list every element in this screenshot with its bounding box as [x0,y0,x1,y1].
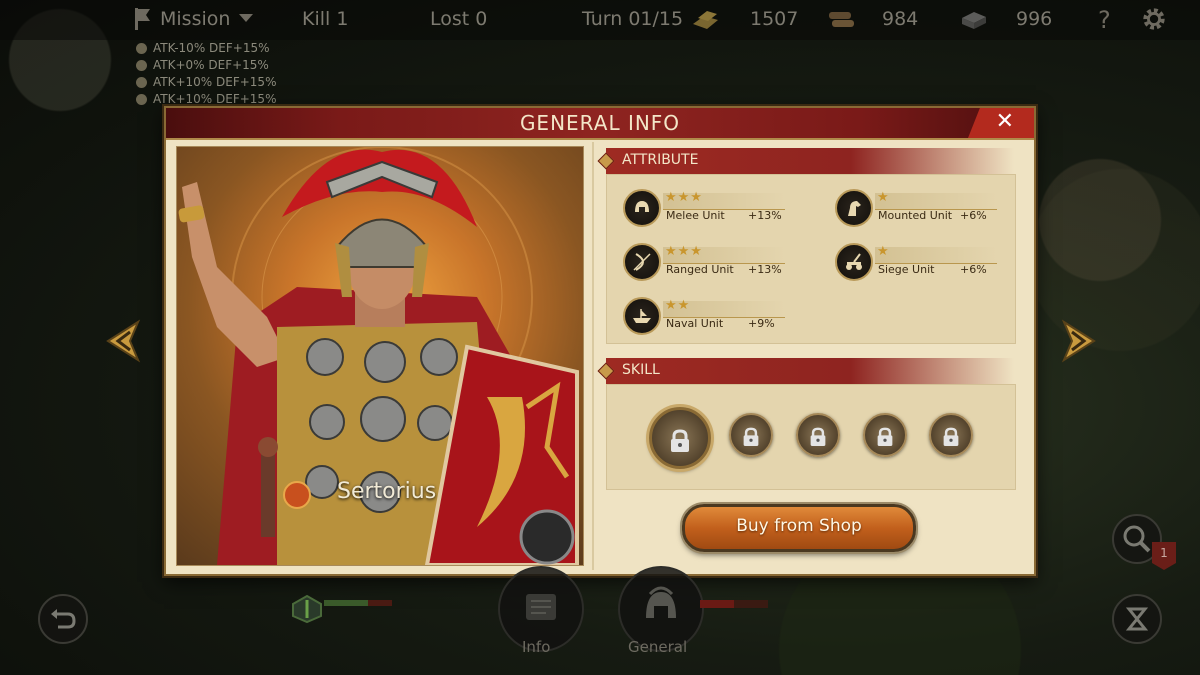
star-rating: ★ [877,190,890,205]
buff-row: ATK-10% DEF+15% [136,40,276,57]
horse-icon [136,60,147,71]
attribute-label: Ranged Unit [666,263,734,276]
previous-general-arrow[interactable] [100,318,144,364]
skill-section-header: SKILL [597,358,1014,384]
attribute-label: Melee Unit [666,209,725,222]
diamond-ornament-icon [597,152,615,170]
terrain-buff-list: ATK-10% DEF+15% ATK+0% DEF+15% ATK+10% D… [136,40,276,108]
settings-gear-icon[interactable] [1140,6,1168,32]
enemy-health-bar [700,600,768,608]
unit-health-fill [324,600,369,606]
catapult-icon [136,94,147,105]
attribute-bonus: +6% [960,209,987,222]
skill-panel [606,384,1016,490]
notification-count: 1 [1160,546,1168,560]
attribute-bonus: +13% [748,263,782,276]
general-portrait: Sertorius [176,146,584,566]
mission-dropdown[interactable]: Mission [160,8,230,30]
dialog-title-bar: GENERAL INFO ✕ [166,108,1034,140]
buy-from-shop-button[interactable]: Buy from Shop [682,504,916,552]
svg-text:?: ? [1098,6,1111,32]
general-label: General [628,638,688,656]
lock-icon [743,427,759,446]
buff-row: ATK+10% DEF+15% [136,74,276,91]
helmet-icon [623,189,661,227]
skill-header-label: SKILL [622,362,660,378]
skill-slot-5[interactable] [929,413,973,457]
attribute-header-label: ATTRIBUTE [622,152,699,168]
lock-icon [943,427,959,446]
attribute-panel: ★★★ Melee Unit +13% ★ Mounted Unit +6% ★… [606,174,1016,344]
buff-text: ATK+10% DEF+15% [153,75,277,89]
undo-arrow-icon [51,609,76,629]
iron-icon [962,12,986,29]
dialog-title: GENERAL INFO [519,111,681,135]
panel-divider [592,142,594,570]
star-rating: ★★★ [665,190,703,205]
horse-icon [835,189,873,227]
lost-count: Lost 0 [430,8,488,30]
chevron-down-icon[interactable] [238,12,254,24]
attribute-label: Mounted Unit [878,209,953,222]
spear-unit-icon [292,594,322,624]
lock-icon [810,427,826,446]
attribute-ranged: ★★★ Ranged Unit +13% [623,241,803,281]
gold-icon [693,11,718,29]
bow-icon [136,77,147,88]
attribute-bonus: +13% [748,209,782,222]
mission-flag-icon [135,8,150,30]
attribute-melee: ★★★ Melee Unit +13% [623,187,803,227]
attribute-siege: ★ Siege Unit +6% [835,241,1015,281]
undo-button[interactable] [38,594,88,644]
attribute-section-header: ATTRIBUTE [597,148,1014,174]
next-general-arrow[interactable] [1058,318,1102,364]
top-bar: Mission Kill 1 Lost 0 Turn 01/15 1507 98… [0,0,1200,40]
buy-button-label: Buy from Shop [736,516,862,536]
helmet-icon [136,43,147,54]
skill-slot-3[interactable] [796,413,840,457]
star-rating: ★★ [665,298,691,313]
attribute-bar [875,193,997,210]
turn-counter: Turn 01/15 [582,8,684,30]
buff-row: ATK+0% DEF+15% [136,57,276,74]
unit-health-bar [324,600,392,606]
info-label: Info [522,638,551,656]
skill-slot-2[interactable] [729,413,773,457]
general-info-dialog: GENERAL INFO ✕ Sertorius ATTRIBUTE ★★★ M… [164,106,1036,576]
gold-amount: 1507 [750,8,799,30]
lock-icon [877,427,893,446]
attribute-label: Siege Unit [878,263,935,276]
attribute-bonus: +9% [748,317,775,330]
star-rating: ★★★ [665,244,703,259]
kill-count: Kill 1 [302,8,349,30]
catapult-icon [835,243,873,281]
star-rating: ★ [877,244,890,259]
general-name: Sertorius [337,479,437,504]
iron-amount: 996 [1016,8,1053,30]
attribute-bonus: +6% [960,263,987,276]
skill-slot-1[interactable] [649,407,711,469]
bow-icon [623,243,661,281]
skill-slot-4[interactable] [863,413,907,457]
attribute-mounted: ★ Mounted Unit +6% [835,187,1015,227]
lock-icon [671,429,689,452]
end-turn-button[interactable] [1112,594,1162,644]
wood-amount: 984 [882,8,919,30]
diamond-ornament-icon [597,362,615,380]
buff-text: ATK-10% DEF+15% [153,41,270,55]
enemy-health-fill [700,600,734,608]
attribute-label: Naval Unit [666,317,724,330]
close-icon[interactable]: ✕ [996,109,1014,134]
hourglass-icon [1125,607,1149,631]
buff-text: ATK+0% DEF+15% [153,58,269,72]
attribute-naval: ★★ Naval Unit +9% [623,295,803,335]
ship-icon [623,297,661,335]
wood-icon [829,12,854,27]
help-icon[interactable]: ? [1094,6,1118,32]
attribute-bar [875,247,997,264]
